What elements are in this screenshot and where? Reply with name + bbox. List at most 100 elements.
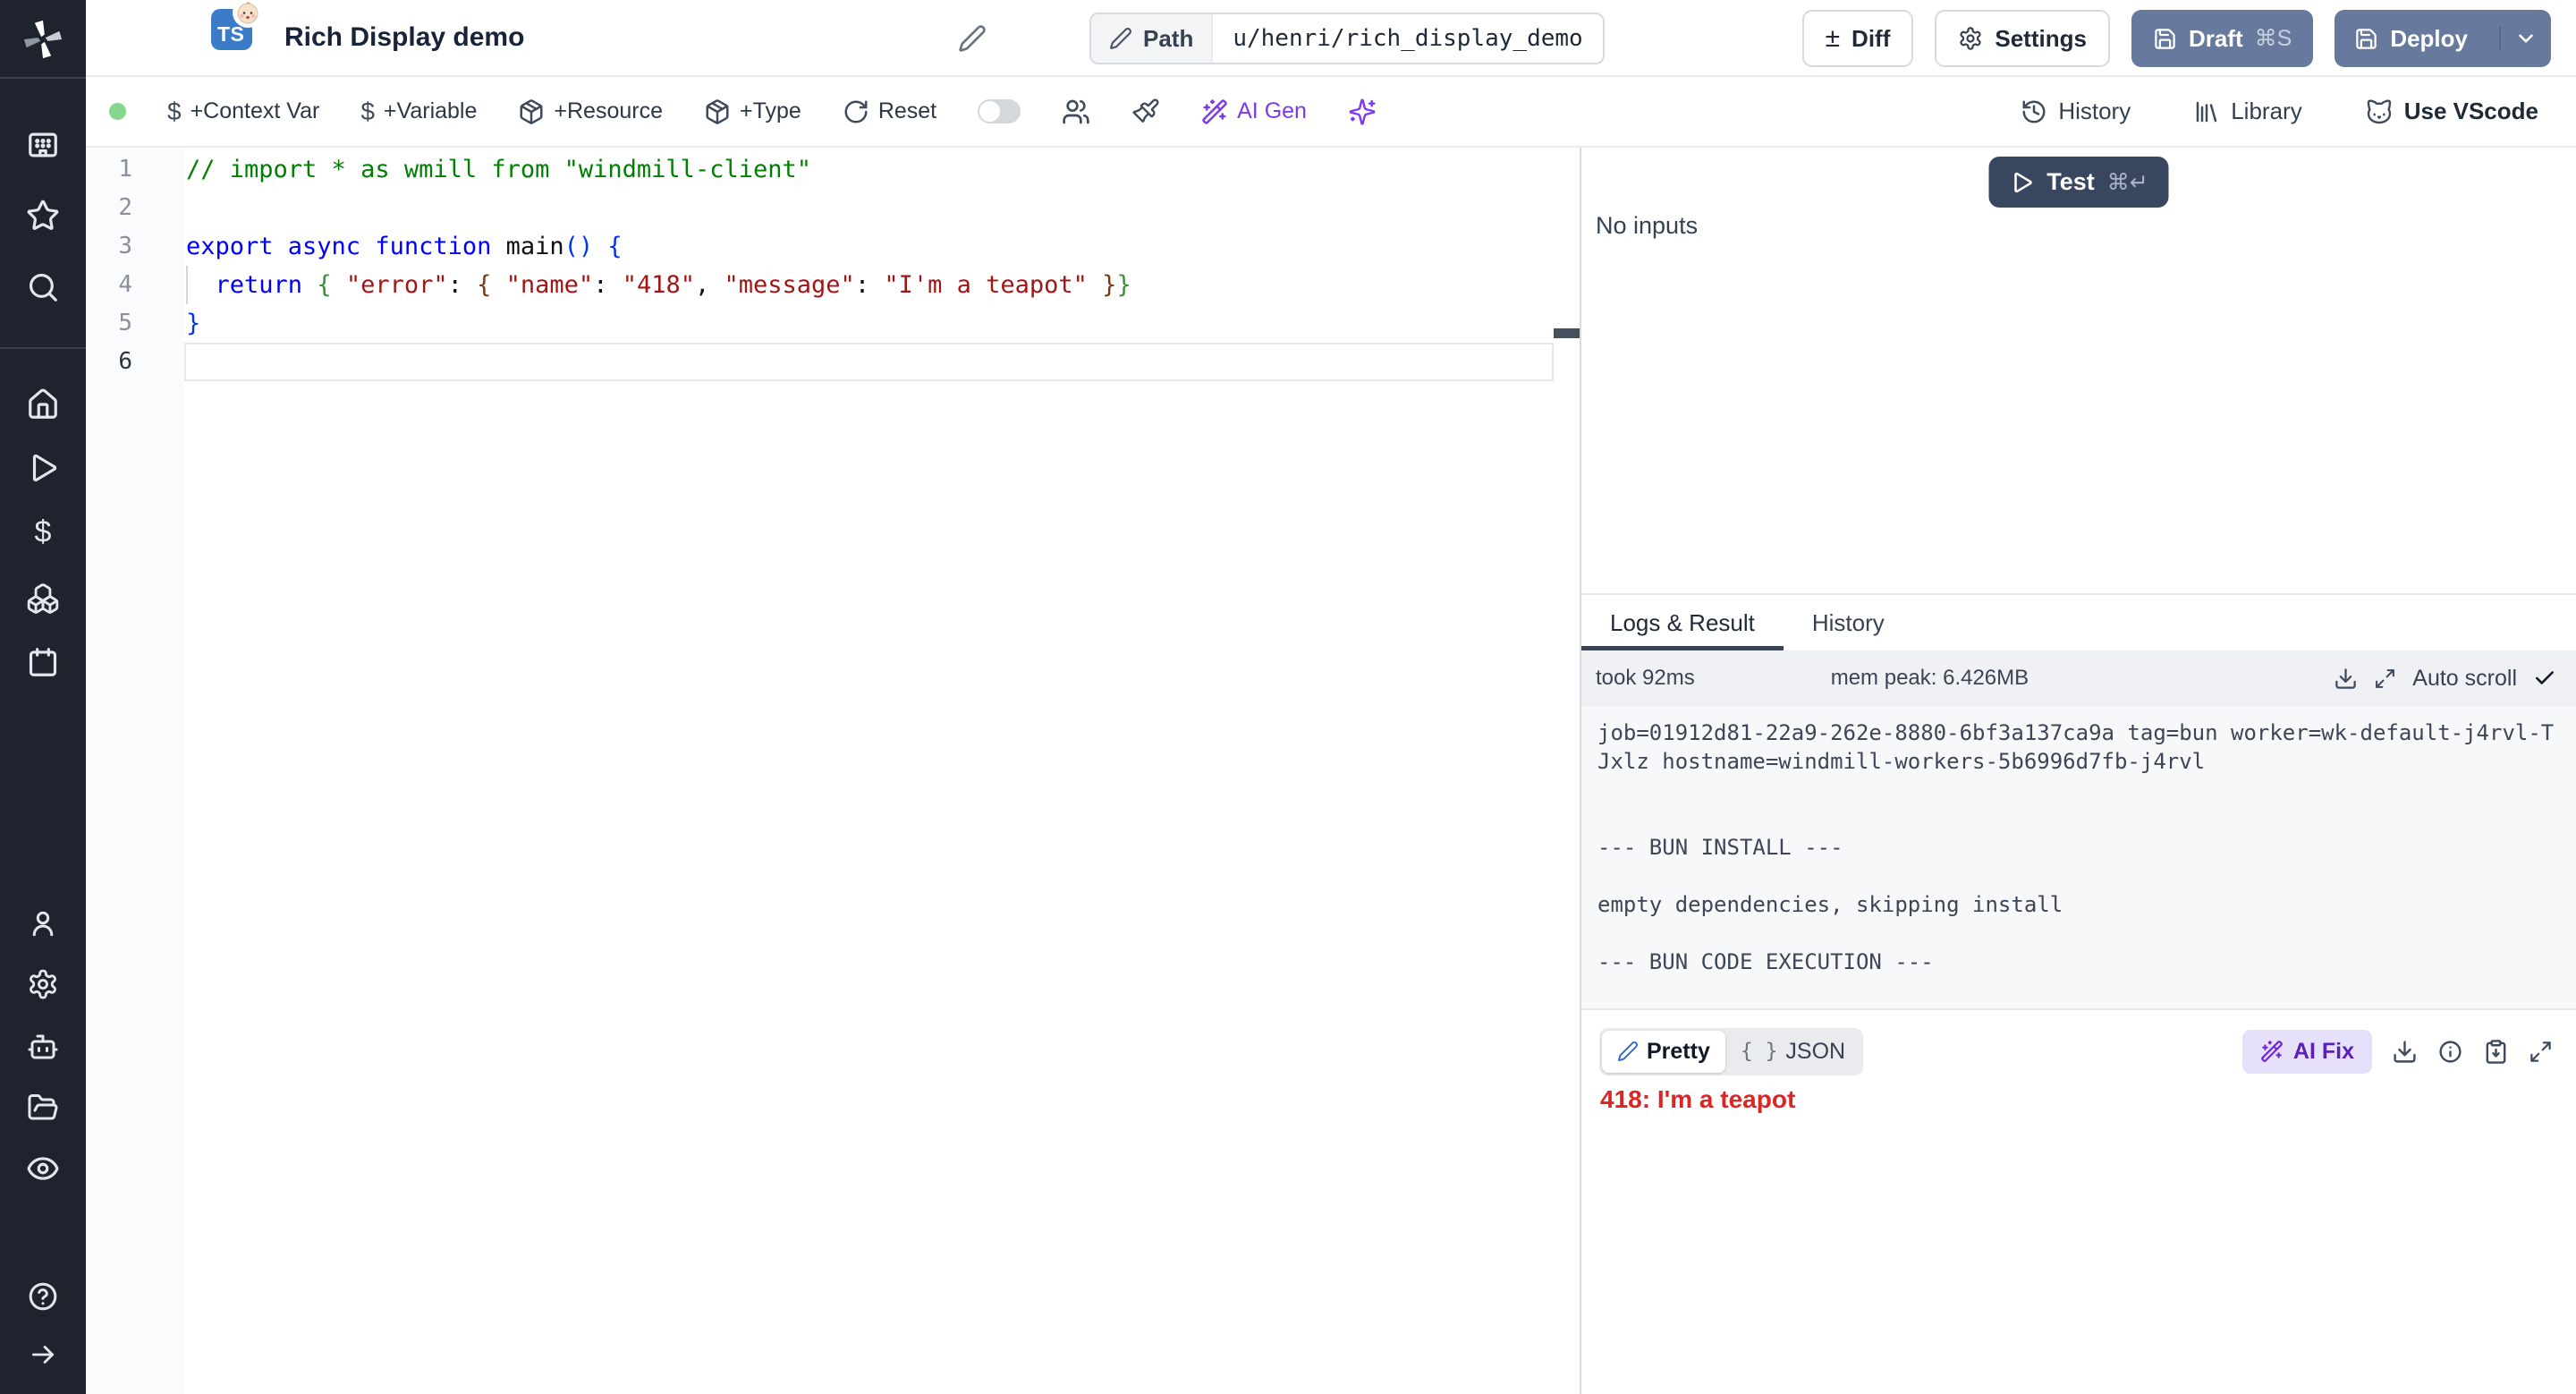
ai-fix-button[interactable]: AI Fix	[2242, 1030, 2372, 1074]
pretty-tab[interactable]: Pretty	[1602, 1031, 1725, 1073]
diff-mode-toggle[interactable]	[978, 99, 1021, 123]
play-icon	[2009, 170, 2034, 195]
auto-scroll-label[interactable]: Auto scroll	[2412, 666, 2517, 692]
audit-eye-icon[interactable]	[26, 1152, 60, 1186]
workers-robot-icon[interactable]	[27, 1031, 59, 1063]
code-line[interactable]: }	[186, 304, 1553, 343]
history-icon	[2021, 98, 2047, 125]
chevron-down-icon	[2514, 27, 2538, 50]
test-button[interactable]: Test ⌘↵	[1989, 157, 2169, 208]
diff-button[interactable]: ± Diff	[1802, 10, 1914, 67]
deploy-label: Deploy	[2390, 25, 2468, 53]
editor-toolbar: $ +Context Var $ +Variable +Resource +Ty…	[86, 77, 2576, 148]
code-editor[interactable]: 123456 // import * as wmill from "windmi…	[86, 148, 1580, 1394]
result-view-switcher: Pretty { } JSON	[1599, 1028, 1863, 1075]
draft-label: Draft	[2189, 25, 2243, 53]
logs-text: job=01912d81-22a9-262e-8880-6bf3a137ca9a…	[1581, 706, 2576, 976]
json-label: JSON	[1785, 1039, 1845, 1065]
reset-icon	[843, 98, 869, 125]
clipboard-icon[interactable]	[2483, 1039, 2509, 1065]
draft-shortcut: ⌘S	[2255, 25, 2292, 52]
settings-gear-icon[interactable]	[27, 968, 59, 1000]
schedules-calendar-icon[interactable]	[26, 645, 60, 679]
diff-label: Diff	[1852, 25, 1890, 53]
code-line[interactable]	[186, 189, 1553, 227]
user-icon[interactable]	[27, 907, 59, 939]
ai-gen-label: AI Gen	[1237, 98, 1307, 124]
add-variable-button[interactable]: $ +Variable	[360, 98, 477, 126]
help-icon[interactable]	[27, 1280, 59, 1313]
info-icon[interactable]	[2437, 1039, 2463, 1065]
library-button[interactable]: Library	[2193, 98, 2301, 125]
indent-guide	[186, 266, 188, 304]
ai-fix-label: AI Fix	[2293, 1039, 2354, 1065]
expand-logs-icon[interactable]	[2374, 667, 2396, 690]
apps-icon[interactable]	[26, 128, 60, 162]
result-divider	[1581, 1008, 2576, 1010]
add-type-button[interactable]: +Type	[704, 98, 801, 125]
result-toolbar: Pretty { } JSON AI Fix	[1581, 1026, 2576, 1076]
cat-icon	[2365, 98, 2394, 126]
tab-history[interactable]: History	[1784, 595, 1913, 650]
line-numbers: 123456	[86, 148, 184, 1394]
expand-result-icon[interactable]	[2529, 1040, 2553, 1064]
use-vscode-button[interactable]: Use VScode	[2365, 98, 2538, 126]
sparkles-icon[interactable]	[1348, 98, 1377, 126]
code-line[interactable]: // import * as wmill from "windmill-clie…	[186, 150, 1553, 189]
windmill-logo[interactable]	[23, 20, 63, 59]
path-control[interactable]: Path u/henri/rich_display_demo	[1089, 13, 1605, 64]
add-context-var-button[interactable]: $ +Context Var	[167, 98, 319, 126]
tab-logs-result[interactable]: Logs & Result	[1581, 595, 1784, 650]
logs-viewer[interactable]: job=01912d81-22a9-262e-8880-6bf3a137ca9a…	[1581, 706, 2576, 1008]
download-logs-icon[interactable]	[2334, 667, 2358, 691]
job-status-bar: took 92ms mem peak: 6.426MB Auto scroll	[1581, 650, 2576, 706]
braces-icon: { }	[1741, 1040, 1778, 1063]
toggle-knob	[979, 101, 1000, 122]
check-icon[interactable]	[2533, 667, 2556, 690]
path-value: u/henri/rich_display_demo	[1213, 14, 1602, 63]
runs-play-icon[interactable]	[26, 451, 60, 485]
code-line[interactable]: return { "error": { "name": "418", "mess…	[186, 266, 1553, 304]
scrollbar-cursor-marker	[1554, 328, 1580, 338]
reset-button[interactable]: Reset	[843, 98, 936, 125]
add-resource-button[interactable]: +Resource	[518, 98, 663, 125]
baby-emoji	[233, 0, 263, 28]
use-vscode-label: Use VScode	[2404, 98, 2538, 125]
history-button[interactable]: History	[2021, 98, 2131, 125]
home-icon[interactable]	[26, 387, 60, 421]
resources-boxes-icon[interactable]	[26, 582, 60, 616]
deploy-dropdown[interactable]	[2499, 27, 2551, 50]
took-duration: took 92ms	[1596, 666, 1695, 691]
script-language-badge: TS	[211, 9, 252, 50]
dollar-icon: $	[360, 98, 375, 126]
library-icon	[2193, 98, 2220, 125]
ai-gen-button[interactable]: AI Gen	[1201, 98, 1307, 125]
search-icon[interactable]	[26, 270, 60, 304]
result-tabs: Logs & Result History	[1581, 593, 2576, 650]
rail-divider	[0, 77, 86, 79]
wand-icon	[1201, 98, 1228, 125]
path-label: Path	[1143, 25, 1193, 53]
current-line-highlight	[184, 343, 1554, 381]
editor-scrollbar[interactable]	[1554, 148, 1580, 1394]
variables-dollar-icon[interactable]: $	[35, 515, 52, 550]
pretty-label: Pretty	[1647, 1039, 1710, 1065]
library-label: Library	[2231, 98, 2301, 125]
deploy-button[interactable]: Deploy	[2334, 10, 2551, 67]
settings-button[interactable]: Settings	[1935, 10, 2110, 67]
folders-icon[interactable]	[27, 1092, 59, 1124]
format-brush-icon[interactable]	[1131, 98, 1160, 126]
code-line[interactable]: export async function main() {	[186, 227, 1553, 266]
expand-sidebar-arrow-icon[interactable]	[28, 1339, 58, 1370]
multiplayer-users-icon[interactable]	[1062, 98, 1090, 126]
plus-minus-icon: ±	[1826, 25, 1840, 52]
download-result-icon[interactable]	[2392, 1039, 2418, 1065]
reset-label: Reset	[878, 98, 936, 124]
favorites-star-icon[interactable]	[26, 199, 60, 233]
draft-button[interactable]: Draft ⌘S	[2131, 10, 2313, 67]
edit-summary-pencil-icon[interactable]	[958, 24, 987, 53]
dollar-icon: $	[167, 98, 182, 126]
json-tab[interactable]: { } JSON	[1725, 1031, 1860, 1073]
package-icon	[704, 98, 731, 125]
path-label-section: Path	[1091, 14, 1213, 63]
